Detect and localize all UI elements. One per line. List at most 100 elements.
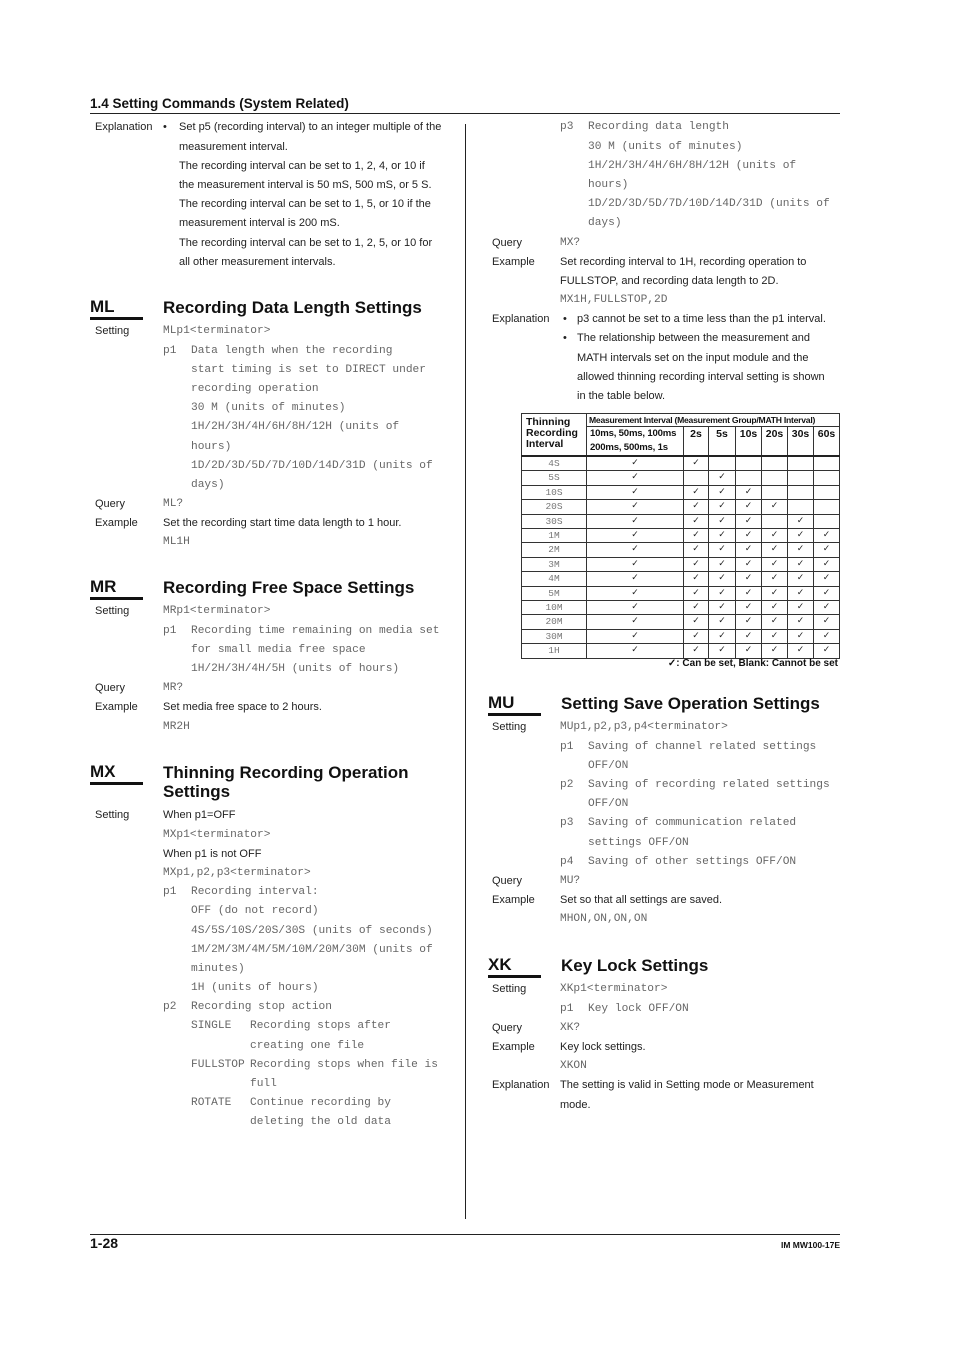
check-mark-icon: ✓ [683, 484, 709, 501]
check-mark-icon: ✓ [787, 513, 814, 530]
option-description: Recording stops when file is [250, 1058, 438, 1071]
interval-cell: 10S [521, 484, 587, 501]
blank-cell [683, 470, 709, 486]
example-text: Set media free space to 2 hours. [163, 701, 322, 714]
table-row: 20S ✓ ✓ ✓ ✓ ✓ [521, 499, 841, 515]
interval-cell: 4S [521, 455, 587, 472]
param-value: days) [588, 217, 622, 230]
example-text: Set so that all settings are saved. [560, 894, 723, 907]
interval-cell: 4M [521, 571, 587, 587]
param-value: 30 M (units of minutes) [191, 402, 346, 415]
query-command: MU? [560, 874, 581, 887]
example-command: ML1H [163, 536, 190, 549]
param-value: OFF (do not record) [191, 905, 319, 918]
setting-label: Setting [492, 983, 527, 996]
blank-cell [787, 484, 814, 501]
param-value: 1M/2M/3M/4M/5M/10M/20M/30M (units of [191, 943, 433, 956]
command-syntax: MRp1<terminator> [163, 605, 271, 618]
param-name: p1 [560, 740, 574, 753]
param-value: OFF/ON [588, 759, 629, 772]
interval-cell: 5S [521, 470, 587, 486]
param-description: Key lock OFF/ON [588, 1002, 689, 1015]
xk-command-code: XK [488, 955, 512, 974]
param-description: for small media free space [191, 643, 366, 656]
setting-label: Setting [492, 721, 527, 734]
option-name: ROTATE [191, 1097, 232, 1110]
check-mark-icon: ✓ [683, 628, 709, 645]
table-row: 5M ✓ ✓ ✓ ✓ ✓ ✓ ✓ [521, 585, 841, 602]
explanation-line: The recording interval can be set to 1, … [179, 159, 425, 172]
table-row: 4M ✓ ✓ ✓ ✓ ✓ ✓ ✓ [521, 571, 841, 587]
table-row: 4S ✓ ✓ [521, 455, 841, 472]
command-syntax: MLp1<terminator> [163, 325, 271, 338]
check-mark-icon: ✓ [708, 528, 736, 544]
explanation-label: Explanation [492, 1079, 550, 1092]
mx-code-underline [90, 782, 143, 785]
command-syntax: MXp1<terminator> [163, 828, 271, 841]
blank-cell [735, 455, 762, 472]
query-command: ML? [163, 498, 184, 511]
option-description: Continue recording by [250, 1097, 391, 1110]
check-mark-icon: ✓ [812, 571, 841, 587]
check-mark-icon: ✓ [735, 484, 762, 501]
check-mark-icon: ✓ [735, 499, 762, 515]
group-header-cell: Measurement Interval (Measurement Group/… [585, 413, 841, 427]
check-mark-icon: ✓ [708, 600, 736, 616]
explanation-line: Set p5 (recording interval) to an intege… [179, 121, 442, 134]
check-mark-icon: ✓ [735, 528, 762, 544]
explanation-line: the measurement interval is 50 mS, 500 m… [179, 178, 432, 191]
column-header-line: 200ms, 500ms, 1s [590, 442, 668, 453]
check-mark-icon: ✓ [708, 484, 736, 501]
check-mark-icon: ✓ [812, 556, 841, 573]
footer-rule [90, 1234, 840, 1235]
check-mark-icon: ✓ [683, 600, 709, 616]
check-mark-icon: ✓ [787, 528, 814, 544]
check-mark-icon: ✓ [586, 571, 684, 587]
explanation-label: Explanation [95, 121, 153, 134]
check-mark-icon: ✓ [735, 571, 762, 587]
param-description: Recording time remaining on media set [191, 624, 440, 637]
interval-cell: 2M [521, 542, 587, 558]
check-mark-icon: ✓ [735, 556, 762, 573]
check-mark-icon: ✓ [708, 571, 736, 587]
param-value: 1H/2H/3H/4H/6H/8H/12H (units of [588, 159, 797, 172]
check-mark-icon: ✓ [586, 513, 684, 530]
check-mark-icon: ✓ [761, 499, 788, 515]
explanation-label: Explanation [492, 313, 550, 326]
explanation-line: allowed thinning recording interval sett… [577, 370, 825, 383]
check-mark-icon: ✓ [812, 600, 841, 616]
xk-code-underline [488, 975, 541, 978]
query-label: Query [492, 1021, 522, 1034]
blank-cell [812, 470, 841, 486]
command-syntax: MUp1,p2,p3,p4<terminator> [560, 721, 728, 734]
table-header-row: Thinning Recording Interval Measurement … [521, 413, 841, 457]
explanation-line: The recording interval can be set to 1, … [179, 198, 431, 211]
check-mark-icon: ✓ [683, 556, 709, 573]
check-mark-icon: ✓ [787, 571, 814, 587]
param-description: start timing is set to DIRECT under [191, 363, 426, 376]
check-mark-icon: ✓ [735, 600, 762, 616]
blank-cell [761, 484, 788, 501]
check-mark-icon: ✓ [812, 585, 841, 602]
explanation-line: measurement interval. [179, 140, 288, 153]
param-value: 30 M (units of minutes) [588, 140, 743, 153]
param-value: 1D/2D/3D/5D/7D/10D/14D/31D (units of [191, 459, 433, 472]
check-mark-icon: ✓ [708, 585, 736, 602]
blank-cell [812, 455, 841, 472]
check-mark-icon: ✓ [761, 600, 788, 616]
case-label: When p1=OFF [163, 809, 236, 822]
blank-cell [708, 455, 736, 472]
table-row: 30S ✓ ✓ ✓ ✓ ✓ [521, 513, 841, 530]
example-text: Key lock settings. [560, 1040, 646, 1053]
mu-section-title: Setting Save Operation Settings [561, 693, 820, 713]
mr-section-title: Recording Free Space Settings [163, 577, 415, 597]
check-mark-icon: ✓ [683, 528, 709, 544]
check-mark-icon: ✓ [586, 499, 684, 515]
ml-command-code: ML [90, 297, 115, 316]
check-mark-icon: ✓ [761, 542, 788, 558]
mx-section-title: Thinning Recording Operation Settings [163, 763, 409, 801]
column-header: 5s [708, 426, 736, 457]
check-mark-icon: ✓ [708, 556, 736, 573]
example-label: Example [492, 894, 535, 907]
check-mark-icon: ✓ [708, 470, 736, 486]
